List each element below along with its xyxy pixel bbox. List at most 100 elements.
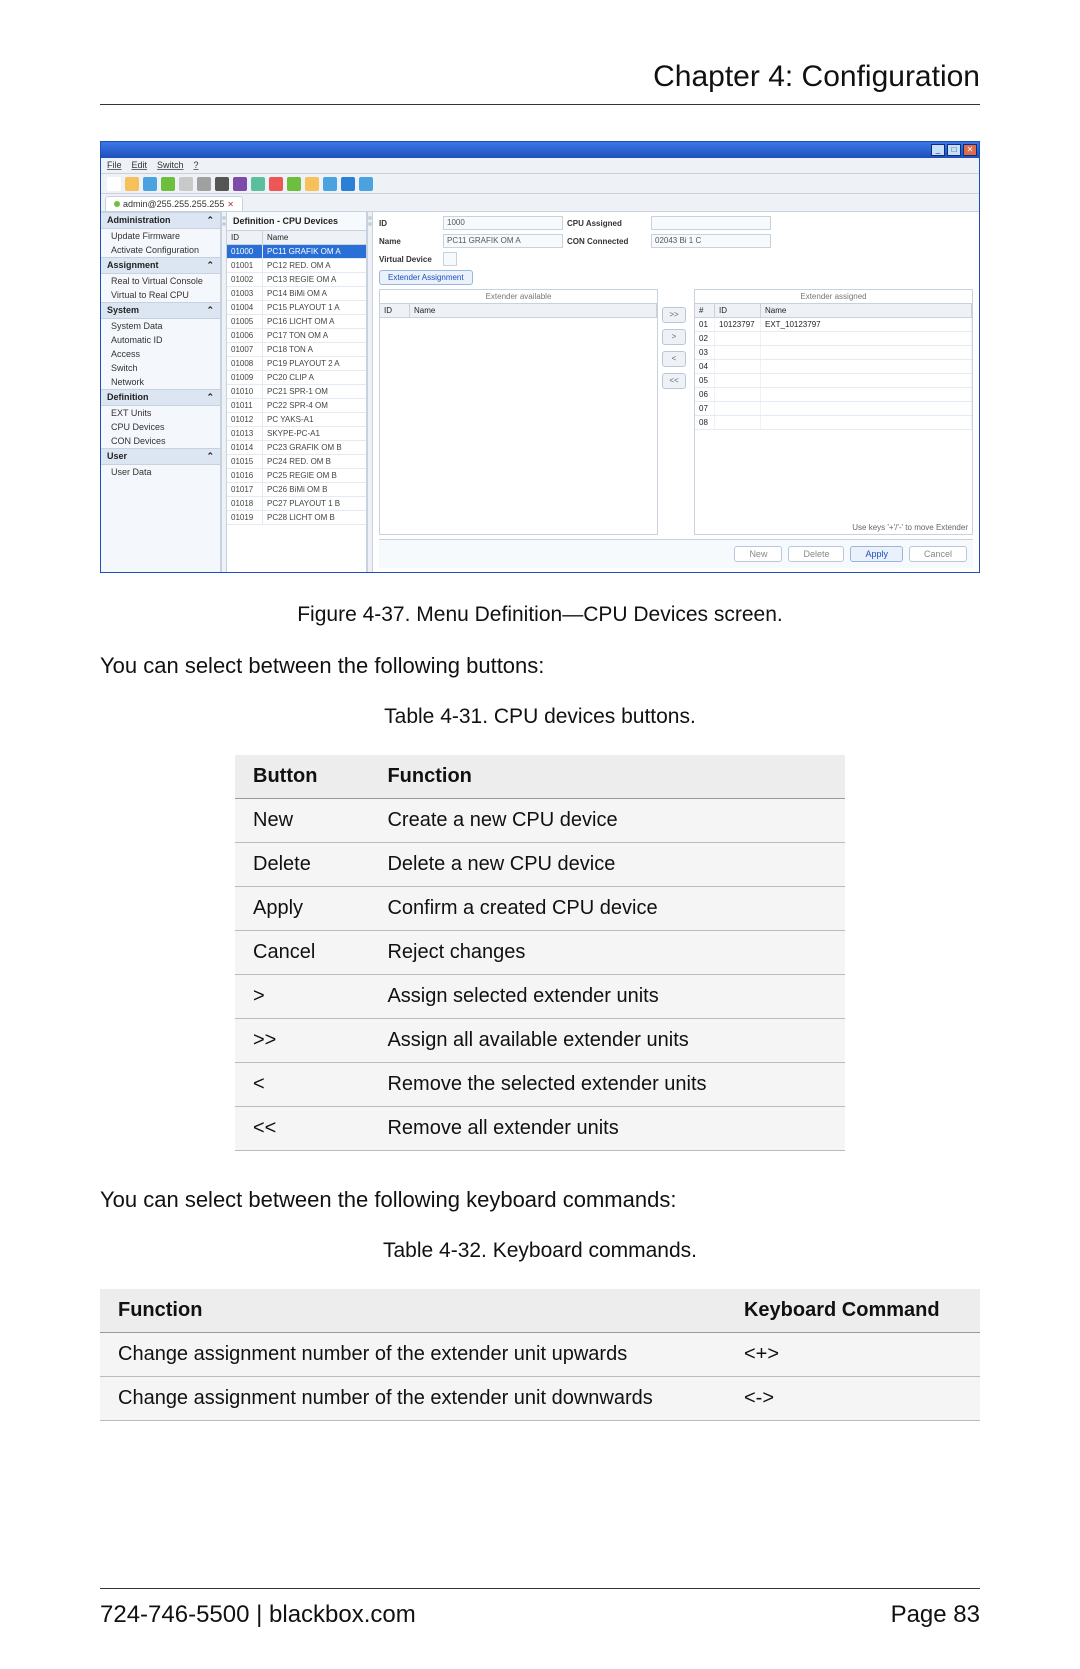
close-icon[interactable]: ✕ (963, 144, 977, 156)
cancel-button[interactable]: Cancel (909, 546, 967, 562)
sidebar-item[interactable]: Real to Virtual Console (101, 274, 220, 288)
sidebar-item[interactable]: Virtual to Real CPU (101, 288, 220, 302)
table-row: ApplyConfirm a created CPU device (235, 887, 845, 931)
cpu-buttons-table: ButtonFunctionNewCreate a new CPU device… (235, 755, 845, 1151)
toolbar-icon-12[interactable] (323, 177, 337, 191)
move-button[interactable]: > (662, 329, 686, 345)
move-button[interactable]: >> (662, 307, 686, 323)
toolbar-icon-11[interactable] (305, 177, 319, 191)
device-row[interactable]: 01000PC11 GRAFIK OM A (227, 245, 366, 259)
paragraph: You can select between the following but… (100, 653, 980, 679)
device-row[interactable]: 01003PC14 BiMi OM A (227, 287, 366, 301)
toolbar-icon-10[interactable] (287, 177, 301, 191)
sidebar-item[interactable]: User Data (101, 465, 220, 479)
toolbar-icon-8[interactable] (251, 177, 265, 191)
apply-button[interactable]: Apply (850, 546, 903, 562)
assigned-row[interactable]: 03 (695, 346, 972, 360)
delete-button[interactable]: Delete (788, 546, 844, 562)
menu-switch[interactable]: Switch (157, 160, 184, 171)
device-row[interactable]: 01008PC19 PLAYOUT 2 A (227, 357, 366, 371)
device-row[interactable]: 01012PC YAKS-A1 (227, 413, 366, 427)
sidebar-section-assignment[interactable]: Assignment⌃ (101, 257, 220, 274)
sidebar-item[interactable]: EXT Units (101, 406, 220, 420)
assigned-row[interactable]: 0110123797EXT_10123797 (695, 318, 972, 332)
toolbar-icon-4[interactable] (179, 177, 193, 191)
name-field[interactable]: PC11 GRAFIK OM A (443, 234, 563, 248)
table-row: DeleteDelete a new CPU device (235, 843, 845, 887)
menu-edit[interactable]: Edit (132, 160, 148, 171)
device-row[interactable]: 01009PC20 CLIP A (227, 371, 366, 385)
sidebar-item[interactable]: Activate Configuration (101, 243, 220, 257)
footer-contact: 724-746-5500 | blackbox.com (100, 1601, 416, 1629)
toolbar-icon-14[interactable] (359, 177, 373, 191)
available-list: Extender available IDName (379, 289, 658, 535)
assigned-row[interactable]: 06 (695, 388, 972, 402)
toolbar-icon-0[interactable] (107, 177, 121, 191)
sidebar-section-system[interactable]: System⌃ (101, 302, 220, 319)
sidebar-item[interactable]: Network (101, 375, 220, 389)
toolbar-icon-1[interactable] (125, 177, 139, 191)
minimize-icon[interactable]: _ (931, 144, 945, 156)
sidebar-item[interactable]: Update Firmware (101, 229, 220, 243)
move-buttons: >>><<< (662, 289, 690, 535)
virtual-device-label: Virtual Device (379, 255, 439, 264)
table-row: Change assignment number of the extender… (100, 1333, 980, 1377)
device-row[interactable]: 01002PC13 REGIE OM A (227, 273, 366, 287)
assigned-row[interactable]: 08 (695, 416, 972, 430)
cpu-assigned-field[interactable] (651, 216, 771, 230)
sidebar-item[interactable]: Access (101, 347, 220, 361)
sidebar-item[interactable]: CON Devices (101, 434, 220, 448)
device-row[interactable]: 01017PC26 BiMi OM B (227, 483, 366, 497)
toolbar-icon-9[interactable] (269, 177, 283, 191)
device-row[interactable]: 01001PC12 RED. OM A (227, 259, 366, 273)
new-button[interactable]: New (734, 546, 782, 562)
device-row[interactable]: 01019PC28 LICHT OM B (227, 511, 366, 525)
toolbar-icon-7[interactable] (233, 177, 247, 191)
sidebar-section-administration[interactable]: Administration⌃ (101, 212, 220, 229)
table-row: >Assign selected extender units (235, 975, 845, 1019)
device-row[interactable]: 01016PC25 REGIE OM B (227, 469, 366, 483)
device-row[interactable]: 01013SKYPE-PC-A1 (227, 427, 366, 441)
status-dot-icon (114, 201, 120, 207)
toolbar-icon-13[interactable] (341, 177, 355, 191)
toolbar-icon-3[interactable] (161, 177, 175, 191)
extender-assignment-tab[interactable]: Extender Assignment (379, 270, 473, 285)
assigned-row[interactable]: 07 (695, 402, 972, 416)
connection-tab[interactable]: admin@255.255.255.255 ✕ (105, 196, 243, 211)
move-button[interactable]: < (662, 351, 686, 367)
move-button[interactable]: << (662, 373, 686, 389)
sidebar-item[interactable]: Switch (101, 361, 220, 375)
table1-caption: Table 4-31. CPU devices buttons. (100, 705, 980, 729)
device-row[interactable]: 01015PC24 RED. OM B (227, 455, 366, 469)
sidebar-section-user[interactable]: User⌃ (101, 448, 220, 465)
toolbar-icon-6[interactable] (215, 177, 229, 191)
assigned-row[interactable]: 05 (695, 374, 972, 388)
device-row[interactable]: 01007PC18 TON A (227, 343, 366, 357)
device-row[interactable]: 01010PC21 SPR-1 OM (227, 385, 366, 399)
sidebar-item[interactable]: CPU Devices (101, 420, 220, 434)
toolbar-icon-2[interactable] (143, 177, 157, 191)
assigned-row[interactable]: 04 (695, 360, 972, 374)
con-connected-label: CON Connected (567, 237, 647, 246)
device-row[interactable]: 01006PC17 TON OM A (227, 329, 366, 343)
tab-close-icon[interactable]: ✕ (227, 200, 234, 209)
sidebar-item[interactable]: System Data (101, 319, 220, 333)
name-label: Name (379, 237, 439, 246)
toolbar-icon-5[interactable] (197, 177, 211, 191)
menu-file[interactable]: File (107, 160, 122, 171)
device-list-header: IDName (227, 231, 366, 245)
id-field[interactable]: 1000 (443, 216, 563, 230)
device-row[interactable]: 01004PC15 PLAYOUT 1 A (227, 301, 366, 315)
sidebar-item[interactable]: Automatic ID (101, 333, 220, 347)
assigned-row[interactable]: 02 (695, 332, 972, 346)
device-row[interactable]: 01018PC27 PLAYOUT 1 B (227, 497, 366, 511)
toolbar (101, 174, 979, 194)
maximize-icon[interactable]: □ (947, 144, 961, 156)
device-row[interactable]: 01005PC16 LICHT OM A (227, 315, 366, 329)
device-row[interactable]: 01011PC22 SPR-4 OM (227, 399, 366, 413)
menu-?[interactable]: ? (194, 160, 199, 171)
sidebar: Administration⌃Update FirmwareActivate C… (101, 212, 221, 572)
device-row[interactable]: 01014PC23 GRAFIK OM B (227, 441, 366, 455)
sidebar-section-definition[interactable]: Definition⌃ (101, 389, 220, 406)
virtual-device-checkbox[interactable] (443, 252, 457, 266)
